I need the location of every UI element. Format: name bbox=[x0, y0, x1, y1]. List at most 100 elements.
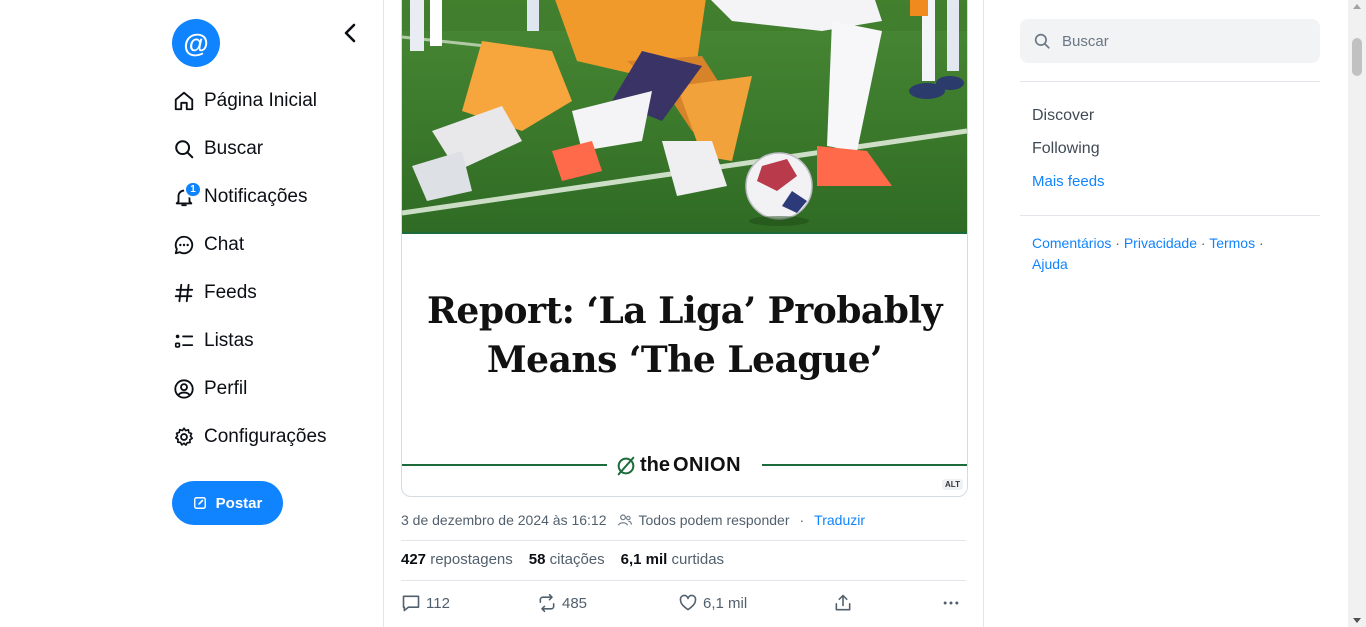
nav-label: Perfil bbox=[204, 378, 248, 399]
onion-footer: the ONION bbox=[402, 454, 967, 478]
feed-link-discover[interactable]: Discover bbox=[1032, 105, 1105, 138]
search-icon bbox=[1034, 33, 1050, 49]
search-input[interactable] bbox=[1060, 31, 1294, 51]
search-icon bbox=[172, 138, 195, 161]
divider bbox=[1020, 81, 1320, 82]
repost-count: 485 bbox=[562, 594, 588, 612]
meta-separator: · bbox=[799, 512, 805, 528]
left-sidebar: @ Página Inicial Buscar 1 Notificações C… bbox=[0, 0, 383, 627]
alt-text-button[interactable]: ALT bbox=[942, 479, 963, 490]
reply-setting[interactable]: Todos podem responder bbox=[639, 512, 790, 528]
post-thread: Report: ‘La Liga’ Probably Means ‘The Le… bbox=[383, 0, 984, 627]
divider bbox=[401, 580, 966, 581]
onion-logo-name: ONION bbox=[673, 454, 742, 476]
post-button-label: Postar bbox=[215, 494, 263, 512]
footer-separator: · bbox=[1255, 235, 1264, 251]
nav-label: Feeds bbox=[204, 282, 257, 303]
nav-label: Listas bbox=[204, 330, 254, 351]
share-icon bbox=[835, 594, 851, 611]
post-stats: 427 repostagens 58 citações 6,1 mil curt… bbox=[401, 551, 724, 568]
post-image[interactable]: Report: ‘La Liga’ Probably Means ‘The Le… bbox=[401, 0, 968, 497]
onion-logo: the ONION bbox=[615, 454, 741, 477]
edit-icon bbox=[193, 497, 206, 509]
reposts-stat[interactable]: 427 repostagens bbox=[401, 551, 513, 568]
nav-label: Chat bbox=[204, 234, 245, 255]
home-icon bbox=[172, 90, 195, 113]
headline-line-2: Means ‘The League’ bbox=[486, 339, 883, 381]
onion-leaf-icon bbox=[617, 456, 635, 475]
repost-icon bbox=[539, 593, 555, 613]
like-count: 6,1 mil bbox=[703, 594, 748, 612]
nav-label: Página Inicial bbox=[204, 90, 318, 111]
footer-link-feedback[interactable]: Comentários bbox=[1032, 235, 1111, 251]
people-icon bbox=[617, 514, 632, 526]
post-meta: 3 de dezembro de 2024 às 16:12 Todos pod… bbox=[401, 510, 865, 530]
nav-label: Configurações bbox=[204, 426, 327, 447]
right-sidebar: Discover Following Mais feeds Comentário… bbox=[983, 0, 1348, 627]
nav-item-chat[interactable]: Chat bbox=[172, 221, 327, 269]
like-button[interactable]: 6,1 mil bbox=[678, 593, 747, 613]
heart-icon bbox=[679, 594, 697, 611]
post-button[interactable]: Postar bbox=[172, 481, 283, 525]
share-button[interactable] bbox=[833, 593, 853, 613]
reply-icon bbox=[402, 595, 420, 612]
chat-icon bbox=[172, 234, 195, 257]
list-icon bbox=[172, 330, 195, 353]
search-box[interactable] bbox=[1020, 19, 1320, 63]
feeds-list: Discover Following Mais feeds bbox=[1032, 105, 1105, 204]
reply-count: 112 bbox=[426, 594, 450, 612]
footer-link-privacy[interactable]: Privacidade bbox=[1124, 235, 1197, 251]
likes-stat[interactable]: 6,1 mil curtidas bbox=[621, 551, 724, 568]
footer-separator: · bbox=[1111, 235, 1124, 251]
footer-link-help[interactable]: Ajuda bbox=[1032, 256, 1068, 272]
more-options-button[interactable] bbox=[941, 593, 961, 613]
onion-rule-right bbox=[762, 464, 967, 466]
nav-label: Buscar bbox=[204, 138, 264, 159]
onion-rule-left bbox=[402, 464, 607, 466]
nav-item-notifications[interactable]: 1 Notificações bbox=[172, 173, 327, 221]
footer-link-terms[interactable]: Termos bbox=[1209, 235, 1255, 251]
post-actions: 112 485 6,1 mil bbox=[401, 593, 966, 617]
reposts-count: 427 bbox=[401, 551, 427, 568]
likes-count: 6,1 mil bbox=[620, 551, 668, 568]
quotes-label: citações bbox=[549, 551, 605, 568]
more-feeds-link[interactable]: Mais feeds bbox=[1032, 171, 1105, 204]
scroll-up-arrow-icon[interactable] bbox=[1353, 4, 1361, 9]
gear-icon bbox=[172, 426, 195, 449]
nav-item-profile[interactable]: Perfil bbox=[172, 365, 327, 413]
translate-link[interactable]: Traduzir bbox=[814, 512, 865, 528]
nav-item-home[interactable]: Página Inicial bbox=[172, 77, 327, 125]
nav-item-search[interactable]: Buscar bbox=[172, 125, 327, 173]
football-photo bbox=[402, 0, 967, 233]
quotes-count: 58 bbox=[528, 551, 546, 568]
onion-logo-the: the bbox=[640, 454, 670, 476]
bell-icon: 1 bbox=[172, 180, 202, 209]
footer-separator: · bbox=[1196, 235, 1210, 251]
collapse-button[interactable] bbox=[338, 21, 362, 45]
scrollbar-thumb[interactable] bbox=[1352, 38, 1362, 76]
hash-icon bbox=[172, 282, 195, 305]
page-scrollbar[interactable] bbox=[1348, 0, 1366, 627]
image-divider bbox=[402, 232, 967, 234]
likes-label: curtidas bbox=[671, 551, 725, 568]
reposts-label: repostagens bbox=[430, 551, 513, 568]
notification-badge: 1 bbox=[184, 180, 202, 198]
reply-button[interactable]: 112 bbox=[401, 593, 450, 613]
onion-headline: Report: ‘La Liga’ Probably Means ‘The Le… bbox=[402, 287, 967, 385]
feed-link-following[interactable]: Following bbox=[1032, 138, 1105, 171]
post-timestamp: 3 de dezembro de 2024 às 16:12 bbox=[401, 512, 607, 528]
divider bbox=[1020, 215, 1320, 216]
chevron-left-icon bbox=[344, 23, 356, 43]
nav-item-feeds[interactable]: Feeds bbox=[172, 269, 327, 317]
footer-links: Comentários · Privacidade · Termos · Aju… bbox=[1032, 233, 1312, 275]
profile-icon bbox=[172, 378, 195, 401]
scroll-down-arrow-icon[interactable] bbox=[1353, 618, 1361, 623]
more-icon bbox=[943, 601, 959, 605]
logo-glyph: @ bbox=[183, 27, 209, 58]
headline-line-1: Report: ‘La Liga’ Probably bbox=[427, 290, 943, 332]
app-logo[interactable]: @ bbox=[172, 19, 220, 67]
quotes-stat[interactable]: 58 citações bbox=[529, 551, 605, 568]
nav-item-settings[interactable]: Configurações bbox=[172, 413, 327, 461]
nav-item-lists[interactable]: Listas bbox=[172, 317, 327, 365]
repost-button[interactable]: 485 bbox=[537, 593, 587, 613]
